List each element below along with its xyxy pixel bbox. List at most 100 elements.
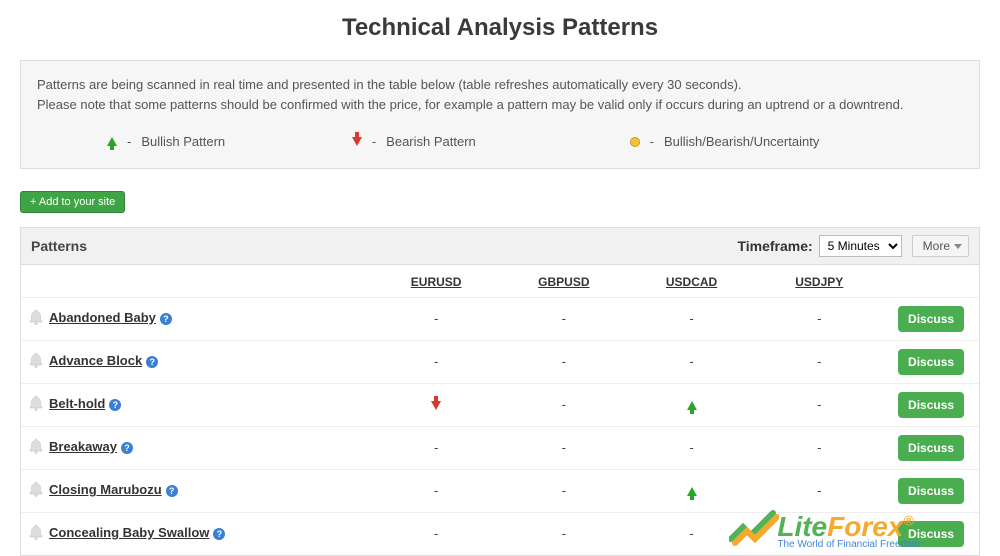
- cell-dash: -: [817, 483, 821, 498]
- signal-cell: -: [755, 297, 883, 340]
- cell-dash: -: [434, 526, 438, 541]
- signal-cell: -: [500, 469, 628, 512]
- signal-cell: -: [755, 383, 883, 426]
- cell-dash: -: [562, 311, 566, 326]
- bell-icon[interactable]: [29, 438, 43, 457]
- signal-cell: -: [500, 383, 628, 426]
- cell-dash: -: [689, 311, 693, 326]
- signal-cell: -: [628, 512, 756, 555]
- pattern-name-link[interactable]: Belt-hold: [49, 396, 105, 411]
- page-title: Technical Analysis Patterns: [0, 0, 1000, 60]
- pattern-name-link[interactable]: Abandoned Baby: [49, 310, 156, 325]
- signal-cell: -: [628, 340, 756, 383]
- signal-cell: -: [500, 512, 628, 555]
- table-row: Concealing Baby Swallow?----Discuss: [21, 512, 979, 555]
- legend-bearish: - Bearish Pattern: [352, 132, 630, 152]
- info-line-2: Please note that some patterns should be…: [37, 95, 963, 115]
- chevron-down-icon: [954, 244, 962, 249]
- legend-uncertain: - Bullish/Bearish/Uncertainty: [630, 132, 963, 152]
- table-row: Belt-hold? - - Discuss: [21, 383, 979, 426]
- cell-dash: -: [434, 354, 438, 369]
- bell-icon[interactable]: [29, 524, 43, 543]
- pattern-name-link[interactable]: Advance Block: [49, 353, 142, 368]
- more-button[interactable]: More: [912, 235, 969, 257]
- signal-cell: [628, 469, 756, 512]
- pattern-name-link[interactable]: Closing Marubozu: [49, 482, 162, 497]
- info-icon[interactable]: ?: [121, 442, 133, 454]
- legend-sep: -: [650, 132, 654, 152]
- signal-cell: -: [372, 469, 500, 512]
- bell-icon[interactable]: [29, 309, 43, 328]
- discuss-button[interactable]: Discuss: [898, 306, 964, 332]
- cell-dash: -: [562, 483, 566, 498]
- info-icon[interactable]: ?: [213, 528, 225, 540]
- info-line-1: Patterns are being scanned in real time …: [37, 75, 963, 95]
- cell-dash: -: [689, 354, 693, 369]
- cell-dash: -: [689, 526, 693, 541]
- cell-dash: -: [817, 397, 821, 412]
- panel-title: Patterns: [31, 238, 737, 254]
- signal-cell: -: [628, 297, 756, 340]
- signal-cell: -: [755, 340, 883, 383]
- signal-cell: -: [372, 340, 500, 383]
- arrow-up-icon: [107, 137, 117, 146]
- info-icon[interactable]: ?: [160, 313, 172, 325]
- cell-dash: -: [562, 440, 566, 455]
- cell-dash: -: [689, 440, 693, 455]
- col-header[interactable]: USDCAD: [628, 265, 756, 298]
- pattern-name-link[interactable]: Concealing Baby Swallow: [49, 525, 209, 540]
- table-row: Breakaway? - - - - Discuss: [21, 426, 979, 469]
- dot-icon: [630, 137, 640, 147]
- arrow-up-icon: [687, 401, 697, 410]
- bell-icon[interactable]: [29, 481, 43, 500]
- table-row: Abandoned Baby?----Discuss: [21, 297, 979, 340]
- discuss-button[interactable]: Discuss: [898, 392, 964, 418]
- info-icon[interactable]: ?: [166, 485, 178, 497]
- signal-cell: -: [372, 297, 500, 340]
- discuss-button[interactable]: Discuss: [898, 478, 964, 504]
- signal-cell: -: [500, 340, 628, 383]
- cell-dash: -: [434, 440, 438, 455]
- cell-dash: -: [562, 354, 566, 369]
- col-header[interactable]: EURUSD: [372, 265, 500, 298]
- discuss-button[interactable]: Discuss: [898, 521, 964, 547]
- cell-dash: -: [817, 354, 821, 369]
- arrow-down-icon: [352, 137, 362, 146]
- timeframe-select[interactable]: 5 Minutes: [819, 235, 902, 257]
- patterns-panel: Patterns Timeframe: 5 Minutes More EURUS…: [20, 227, 980, 556]
- legend-sep: -: [372, 132, 376, 152]
- timeframe-label: Timeframe:: [737, 238, 812, 254]
- bell-icon[interactable]: [29, 352, 43, 371]
- signal-cell: -: [500, 426, 628, 469]
- legend-bullish: - Bullish Pattern: [37, 132, 352, 152]
- legend-bullish-label: Bullish Pattern: [141, 132, 225, 152]
- cell-dash: -: [817, 440, 821, 455]
- col-header[interactable]: USDJPY: [755, 265, 883, 298]
- discuss-button[interactable]: Discuss: [898, 349, 964, 375]
- table-header-row: EURUSD GBPUSD USDCAD USDJPY: [21, 265, 979, 298]
- signal-cell: [628, 383, 756, 426]
- legend-sep: -: [127, 132, 131, 152]
- bell-icon[interactable]: [29, 395, 43, 414]
- cell-dash: -: [562, 526, 566, 541]
- legend-bearish-label: Bearish Pattern: [386, 132, 476, 152]
- arrow-up-icon: [687, 487, 697, 496]
- cell-dash: -: [434, 483, 438, 498]
- cell-dash: -: [562, 397, 566, 412]
- legend: - Bullish Pattern - Bearish Pattern - Bu…: [37, 132, 963, 152]
- discuss-button[interactable]: Discuss: [898, 435, 964, 461]
- more-label: More: [923, 239, 950, 253]
- info-icon[interactable]: ?: [146, 356, 158, 368]
- signal-cell: -: [372, 426, 500, 469]
- pattern-name-link[interactable]: Breakaway: [49, 439, 117, 454]
- signal-cell: -: [628, 426, 756, 469]
- info-icon[interactable]: ?: [109, 399, 121, 411]
- signal-cell: -: [755, 512, 883, 555]
- signal-cell: -: [372, 512, 500, 555]
- col-header[interactable]: GBPUSD: [500, 265, 628, 298]
- cell-dash: -: [434, 311, 438, 326]
- signal-cell: [372, 383, 500, 426]
- add-to-site-button[interactable]: + Add to your site: [20, 191, 125, 213]
- info-box: Patterns are being scanned in real time …: [20, 60, 980, 169]
- legend-uncertain-label: Bullish/Bearish/Uncertainty: [664, 132, 819, 152]
